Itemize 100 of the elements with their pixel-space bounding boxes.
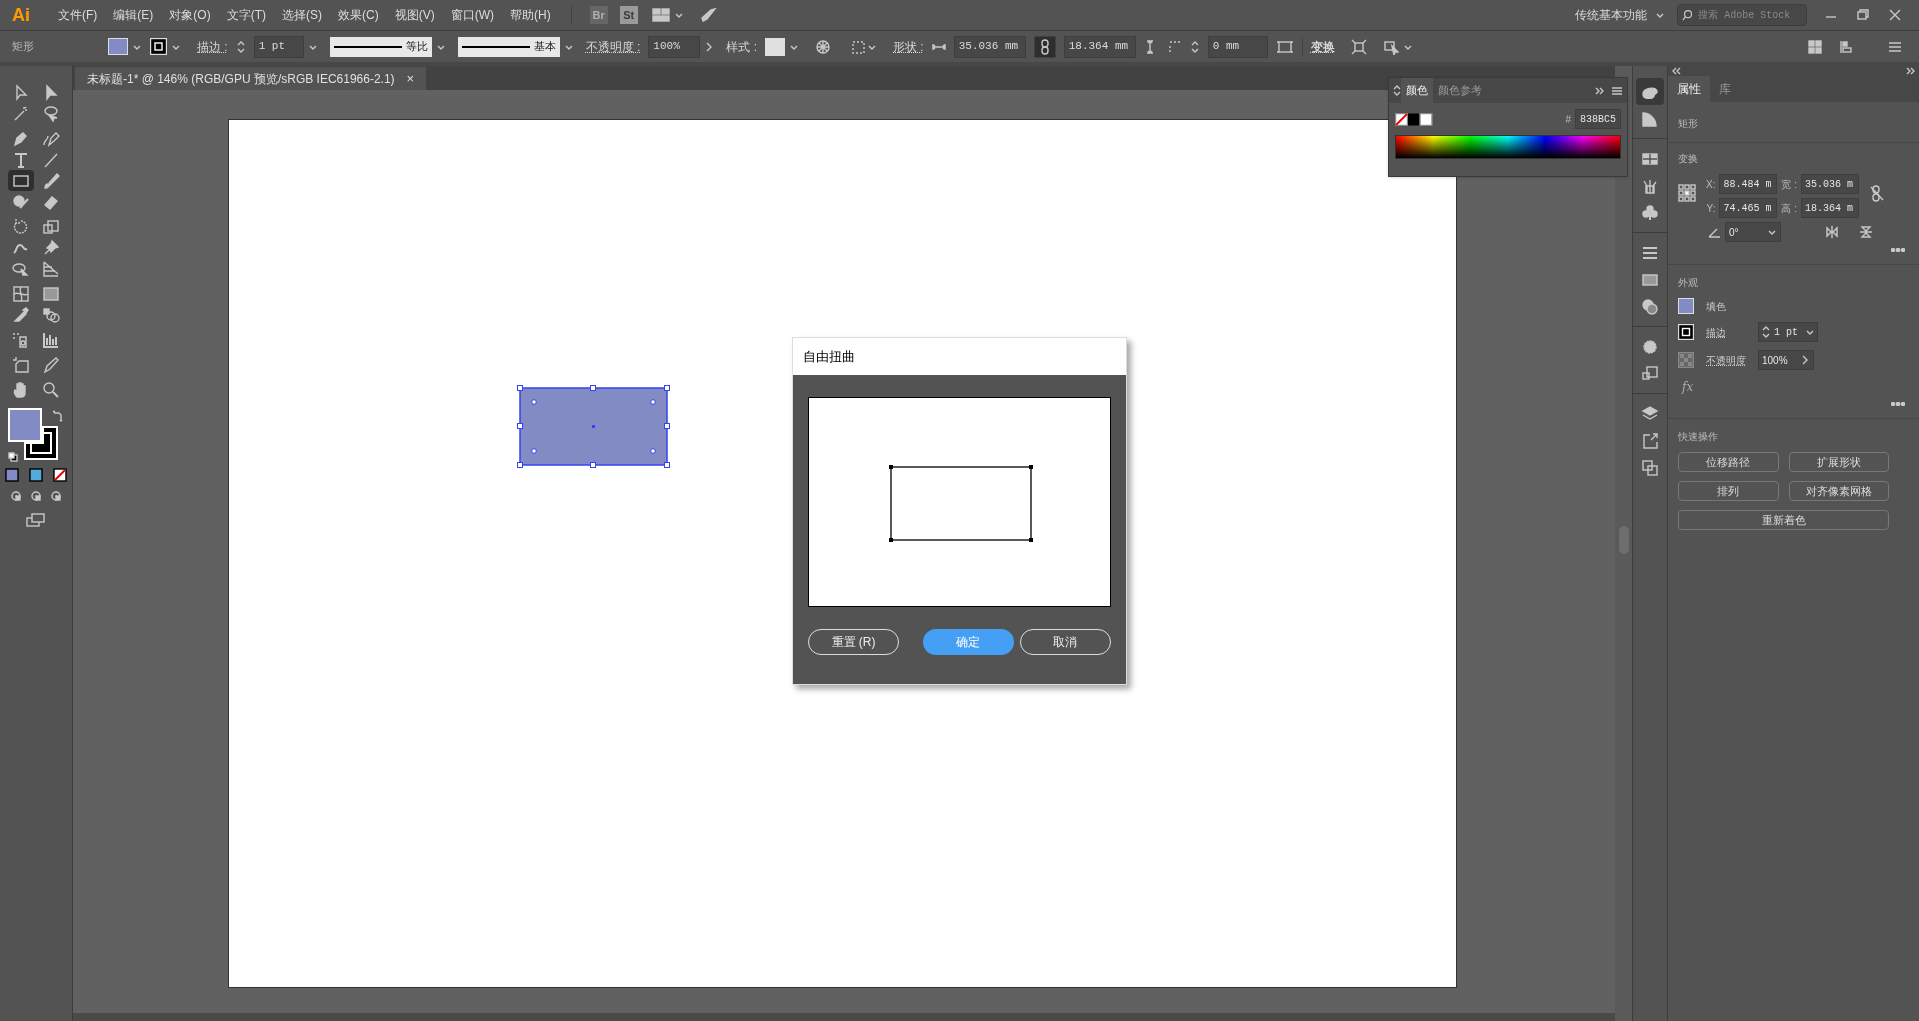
- stroke-label[interactable]: 描边 :: [197, 37, 228, 56]
- menu-item[interactable]: 对象(O): [161, 6, 219, 24]
- flip-vertical-icon[interactable]: [1859, 225, 1873, 239]
- document-tab[interactable]: 未标题-1* @ 146% (RGB/GPU 预览/sRGB IEC61966-2.1) ×: [75, 67, 427, 90]
- value-field[interactable]: 74.465 m: [1719, 198, 1778, 218]
- artboards-icon: [1640, 457, 1660, 478]
- draw-inside-icon[interactable]: [50, 490, 62, 502]
- select-similar-icon[interactable]: [1382, 38, 1399, 55]
- align-selection-icon[interactable]: [851, 38, 867, 55]
- screen-mode-icon[interactable]: [25, 512, 47, 528]
- flip-horizontal-icon[interactable]: [1825, 225, 1839, 239]
- menu-item[interactable]: 文字(T): [218, 6, 274, 24]
- menu-item[interactable]: 视图(V): [386, 6, 443, 24]
- arrange-docs-icon[interactable]: [1807, 38, 1823, 55]
- close-icon[interactable]: [1887, 7, 1903, 23]
- section-title: 变换: [1678, 152, 1699, 166]
- search-field[interactable]: 搜索 Adobe Stock: [1677, 4, 1807, 26]
- restore-icon[interactable]: [1855, 7, 1871, 23]
- transform-link[interactable]: 变换: [1310, 37, 1335, 56]
- panel-tab[interactable]: 库: [1710, 76, 1740, 102]
- menu-item[interactable]: 选择(S): [274, 6, 330, 24]
- chevron-right-icon: [1800, 354, 1810, 366]
- stroke-profile-label: 等比: [405, 39, 428, 55]
- color-spectrum[interactable]: [1395, 135, 1621, 159]
- opacity-field[interactable]: 100%: [648, 35, 701, 58]
- shape-label[interactable]: 形状 :: [893, 37, 924, 56]
- stroke-profile-dropdown[interactable]: 等比: [329, 36, 432, 57]
- draw-normal-icon[interactable]: [10, 490, 22, 502]
- menu-item[interactable]: 帮助(H): [502, 6, 559, 24]
- quick-action-button[interactable]: 重新着色: [1678, 510, 1889, 530]
- color-mode-icon[interactable]: [5, 468, 19, 482]
- isolate-icon[interactable]: [1350, 38, 1367, 55]
- gradient-mode-icon[interactable]: [29, 468, 43, 482]
- value-field[interactable]: 35.036 m: [1801, 174, 1859, 194]
- stepper-icon: [1761, 325, 1771, 339]
- fx-button[interactable]: fx: [1682, 378, 1694, 396]
- recolor-icon[interactable]: [815, 38, 831, 55]
- fill-swatch[interactable]: [108, 38, 128, 55]
- mesh-tool-icon: [11, 283, 31, 304]
- bridge-button[interactable]: St: [619, 6, 638, 24]
- panel-dock-button[interactable]: [1636, 78, 1664, 105]
- panel-tab[interactable]: 属性: [1668, 76, 1710, 102]
- opacity-label[interactable]: 不透明度 :: [585, 37, 641, 56]
- corner-widget-icon[interactable]: [1275, 38, 1294, 55]
- quick-action-button[interactable]: 位移路径: [1678, 452, 1779, 472]
- opacity-link[interactable]: 不透明度: [1706, 352, 1746, 368]
- distort-rectangle[interactable]: [889, 465, 1033, 542]
- quick-action-button[interactable]: 对齐像素网格: [1788, 481, 1889, 501]
- quick-action-button[interactable]: 排列: [1678, 481, 1779, 501]
- stepper-icon[interactable]: [1189, 39, 1200, 54]
- draw-behind-icon[interactable]: [30, 490, 42, 502]
- knife-icon: [41, 354, 61, 375]
- stroke-weight-field[interactable]: 1 pt: [1758, 322, 1818, 342]
- collapse-icon[interactable]: [1672, 67, 1681, 75]
- corner-radius-field[interactable]: 0 mm: [1207, 35, 1268, 58]
- more-icon[interactable]: [1891, 402, 1905, 406]
- angle-field[interactable]: 0°: [1725, 222, 1781, 242]
- panel-menu-icon[interactable]: [1611, 84, 1623, 97]
- none-mode-icon[interactable]: [53, 468, 67, 482]
- stroke-weight-field[interactable]: 1 pt: [253, 35, 304, 58]
- color-presets-icon[interactable]: [1395, 112, 1433, 126]
- menu-item[interactable]: 效果(C): [330, 6, 387, 24]
- expand-panel-icon[interactable]: [1595, 85, 1605, 96]
- fill-swatch[interactable]: [1678, 298, 1694, 314]
- align-icon[interactable]: [1839, 38, 1855, 55]
- close-tab-button[interactable]: ×: [406, 68, 415, 89]
- collapse-arrows-icon[interactable]: [1393, 85, 1401, 96]
- menu-item[interactable]: 窗口(W): [442, 6, 502, 24]
- workspace-switcher[interactable]: 传统基本功能: [1575, 6, 1647, 24]
- link-icon[interactable]: [1033, 35, 1056, 58]
- panel-tab[interactable]: 颜色: [1401, 78, 1433, 103]
- expand-icon[interactable]: [1906, 67, 1915, 75]
- style-swatch[interactable]: [765, 37, 785, 56]
- layout-icon[interactable]: [651, 7, 670, 23]
- stroke-link[interactable]: 描边: [1706, 324, 1746, 340]
- menu-item[interactable]: 文件(F): [50, 6, 106, 24]
- brush-dropdown[interactable]: 基本: [457, 36, 560, 57]
- stroke-swatch-icon[interactable]: [150, 38, 167, 55]
- menu-item[interactable]: 编辑(E): [105, 6, 162, 24]
- height-field[interactable]: 18.364 mm: [1063, 35, 1136, 58]
- tool-button[interactable]: [8, 170, 34, 191]
- reference-point-icon[interactable]: [1678, 184, 1696, 202]
- fill-color-swatch[interactable]: [8, 408, 42, 442]
- swap-icon[interactable]: [52, 410, 64, 422]
- stroke-swatch-icon[interactable]: [1678, 324, 1694, 340]
- width-field[interactable]: 35.036 mm: [953, 35, 1026, 58]
- opacity-field[interactable]: 100%: [1758, 350, 1814, 370]
- quick-action-button[interactable]: 扩展形状: [1788, 452, 1889, 472]
- corner-type-icon[interactable]: [1167, 39, 1182, 54]
- paintbrush-icon: [41, 170, 61, 191]
- opacity-checker-icon[interactable]: [1678, 352, 1694, 368]
- stepper-icon[interactable]: [235, 39, 246, 54]
- unlink-icon[interactable]: [1869, 184, 1885, 202]
- value-field[interactable]: 88.484 m: [1719, 174, 1778, 194]
- value-field[interactable]: 18.364 m: [1801, 198, 1859, 218]
- more-icon[interactable]: [1891, 248, 1905, 252]
- zoom-tool-icon: [41, 379, 61, 400]
- panel-tab[interactable]: 颜色参考: [1433, 78, 1487, 103]
- hex-field[interactable]: 838BC5: [1575, 109, 1621, 129]
- default-colors-icon[interactable]: [8, 452, 18, 462]
